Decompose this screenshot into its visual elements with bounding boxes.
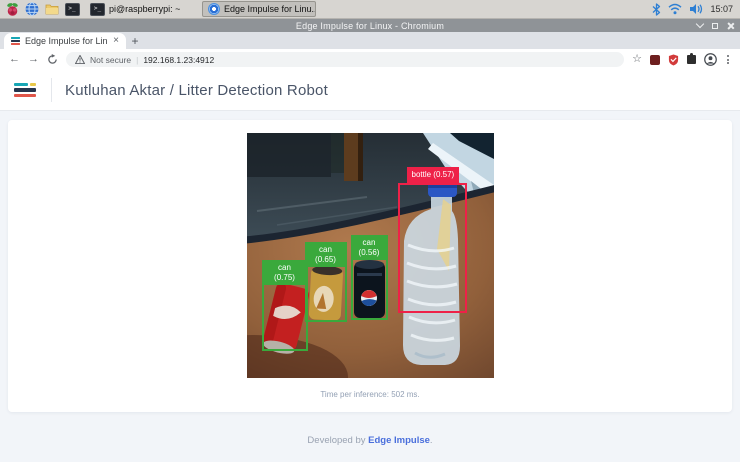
reload-icon[interactable] [47, 54, 58, 65]
desktop-screen: >_ >_ pi@raspberrypi: ~ Edge Impulse for… [0, 0, 740, 462]
detection-class-text: can [278, 263, 291, 272]
terminal-icon: >_ [64, 2, 80, 16]
terminal-icon: >_ [90, 2, 105, 16]
url-separator: | [136, 54, 139, 65]
taskbar-clock: 15:07 [710, 4, 733, 14]
tab-close-icon[interactable]: × [113, 36, 119, 46]
web-browser-launcher-icon[interactable] [24, 1, 40, 17]
browser-toolbar: ← → Not secure | 192.168.1.23:4912 ☆ [0, 49, 740, 70]
new-tab-button[interactable]: + [126, 33, 144, 49]
detection-box-can-3: can (0.56) [350, 235, 388, 320]
taskbar-browser-window-button[interactable]: Edge Impulse for Linu... [202, 1, 316, 17]
taskbar-terminal-window-button[interactable]: >_ pi@raspberrypi: ~ [84, 1, 198, 17]
camera-feed-card: bottle (0.57) can (0.75) can (0.65) can … [8, 120, 732, 412]
edge-impulse-link[interactable]: Edge Impulse [368, 435, 430, 446]
page-footer: Developed by Edge Impulse. [0, 435, 740, 446]
detection-box-can-1: can (0.75) [261, 260, 308, 351]
extension-icon-1[interactable] [650, 54, 660, 65]
edge-impulse-logo-icon [14, 82, 38, 98]
detection-box-can-2: can (0.65) [304, 242, 347, 322]
browser-window-title: Edge Impulse for Linux - Chromium [295, 20, 445, 31]
profile-avatar-icon[interactable] [704, 53, 717, 66]
inference-time-caption: Time per inference: 502 ms. [320, 390, 420, 399]
browser-tab-edge-impulse[interactable]: Edge Impulse for Linux × [4, 33, 126, 49]
os-taskbar: >_ >_ pi@raspberrypi: ~ Edge Impulse for… [0, 0, 740, 19]
footer-text: Developed by [307, 435, 369, 446]
detection-label-can-2: can (0.65) [304, 242, 347, 267]
browser-titlebar[interactable]: Edge Impulse for Linux - Chromium [0, 19, 740, 32]
detection-box-bottle: bottle (0.57) [397, 167, 467, 313]
folder-icon [45, 4, 59, 15]
security-label[interactable]: Not secure [90, 55, 131, 65]
browser-tabstrip: Edge Impulse for Linux × + [0, 32, 740, 49]
forward-icon[interactable]: → [28, 54, 39, 65]
taskbar-status-area: 15:07 [652, 2, 736, 16]
bookmark-star-icon[interactable]: ☆ [632, 54, 642, 65]
camera-feed-image: bottle (0.57) can (0.75) can (0.65) can … [246, 133, 494, 378]
maximize-icon[interactable] [712, 22, 718, 29]
page-title: Kutluhan Aktar / Litter Detection Robot [65, 81, 328, 99]
footer-period: . [429, 435, 433, 446]
detection-class-text: can [362, 238, 376, 247]
raspberry-icon [6, 2, 18, 16]
url-text[interactable]: 192.168.1.23:4912 [143, 55, 214, 65]
extensions-puzzle-icon[interactable] [687, 53, 696, 64]
page-body: bottle (0.57) can (0.75) can (0.65) can … [0, 111, 740, 462]
taskbar-browser-window-label: Edge Impulse for Linu... [224, 4, 316, 14]
file-manager-icon[interactable] [44, 1, 60, 17]
browser-menu-icon[interactable] [725, 55, 731, 64]
detection-confidence-text: (0.65) [315, 255, 336, 264]
minimize-icon[interactable] [695, 19, 705, 29]
edge-impulse-favicon [11, 37, 20, 45]
not-secure-warning-icon [75, 55, 85, 64]
back-icon[interactable]: ← [9, 54, 20, 65]
header-divider [51, 78, 52, 102]
detection-label-can-3: can (0.56) [350, 235, 388, 260]
detection-label-can-1: can (0.75) [261, 260, 308, 285]
terminal-launcher-icon[interactable]: >_ [64, 1, 80, 17]
chromium-icon [208, 3, 220, 15]
address-bar[interactable]: Not secure | 192.168.1.23:4912 [66, 52, 625, 67]
site-header: Kutluhan Aktar / Litter Detection Robot [0, 70, 740, 111]
volume-icon[interactable] [689, 3, 703, 15]
wifi-icon[interactable] [668, 3, 682, 15]
tab-title: Edge Impulse for Linux [25, 36, 109, 46]
taskbar-terminal-window-label: pi@raspberrypi: ~ [109, 4, 181, 14]
detection-confidence-text: (0.56) [358, 248, 380, 257]
detection-label-bottle: bottle (0.57) [406, 167, 460, 183]
bluetooth-icon[interactable] [652, 2, 661, 16]
globe-icon [25, 2, 39, 16]
raspberry-menu-icon[interactable] [4, 1, 20, 17]
window-controls [695, 19, 734, 32]
detection-confidence-text: (0.75) [274, 273, 295, 282]
shield-extension-icon[interactable] [668, 54, 679, 66]
detection-class-text: can [319, 245, 332, 254]
close-window-icon[interactable] [727, 22, 734, 29]
